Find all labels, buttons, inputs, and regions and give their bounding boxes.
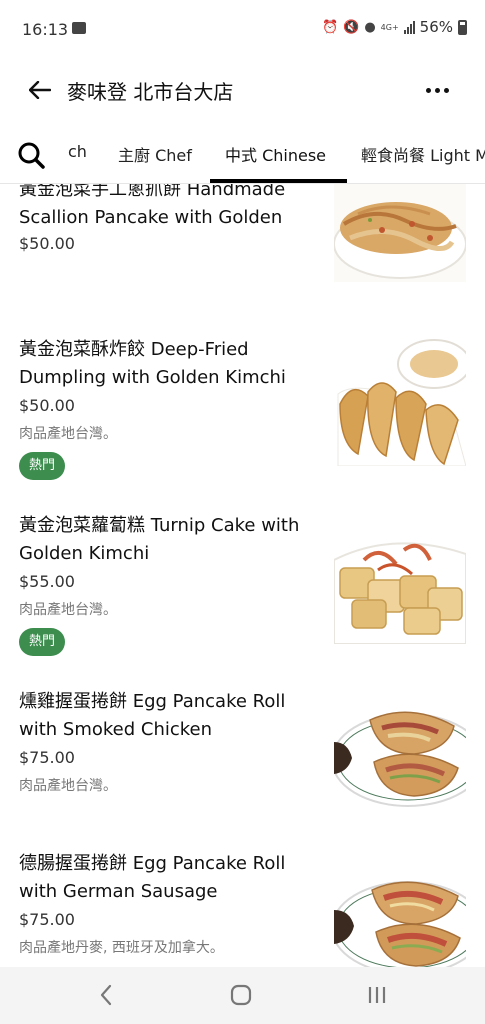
menu-item[interactable]: 黃金泡菜蘿蔔糕 Turnip Cake with Golden Kimchi $…	[0, 512, 485, 682]
recents-icon	[368, 987, 386, 1003]
back-button[interactable]	[24, 74, 56, 106]
item-photo	[334, 520, 466, 644]
battery-level: 56%	[419, 18, 453, 36]
smoked-chicken-roll-photo	[334, 702, 466, 814]
item-name: 黃金泡菜蘿蔔糕 Turnip Cake with Golden Kimchi	[19, 515, 300, 564]
search-icon	[18, 142, 45, 169]
category-tabs: ch 主廚 Chef 中式 Chinese 輕食尚餐 Light M	[0, 128, 485, 184]
status-bar: 16:13 ⏰ 🔇 ● 4G+ 56%	[0, 0, 485, 60]
back-arrow-icon	[29, 81, 51, 99]
more-options-button[interactable]	[421, 76, 453, 104]
active-tab-indicator	[210, 179, 347, 183]
fried-dumpling-photo	[334, 334, 466, 466]
tab-lunch[interactable]: ch	[68, 142, 87, 161]
popular-badge: 熱門	[19, 452, 66, 480]
location-icon: ●	[364, 19, 376, 35]
scallion-pancake-photo	[334, 184, 466, 282]
tab-light-meal[interactable]: 輕食尚餐 Light M	[361, 142, 485, 166]
system-home-button[interactable]	[221, 979, 261, 1011]
german-sausage-roll-photo	[334, 868, 466, 967]
system-nav-bar	[0, 967, 485, 1024]
system-recents-button[interactable]	[357, 979, 397, 1011]
more-dot-icon	[425, 87, 431, 93]
item-description: 肉品產地丹麥, 西班牙及加拿大。	[19, 940, 224, 956]
popular-badge: 熱門	[19, 628, 66, 656]
image-notification-icon	[72, 22, 86, 34]
more-dot-icon	[434, 87, 440, 93]
item-price: $55.00	[19, 572, 75, 591]
status-icons: ⏰ 🔇 ● 4G+ 56%	[322, 18, 467, 36]
item-photo	[334, 702, 466, 814]
search-button[interactable]	[0, 128, 62, 182]
item-photo	[334, 334, 466, 466]
tab-chef[interactable]: 主廚 Chef	[118, 142, 192, 166]
store-title: 麥味登 北市台大店	[67, 80, 234, 104]
menu-item[interactable]: 德腸握蛋捲餅 Egg Pancake Roll with German Saus…	[0, 848, 485, 967]
item-description: 肉品產地台灣。	[19, 426, 117, 442]
menu-item[interactable]: 黃金泡菜手工蔥抓餅 Handmade Scallion Pancake with…	[0, 184, 485, 310]
item-photo	[334, 184, 466, 282]
chevron-left-icon	[100, 984, 112, 1006]
turnip-cake-photo	[334, 520, 466, 644]
item-description: 肉品產地台灣。	[19, 602, 117, 618]
item-price: $50.00	[19, 396, 75, 415]
item-name: 黃金泡菜酥炸餃 Deep-Fried Dumpling with Golden …	[19, 339, 286, 388]
menu-item-list[interactable]: 黃金泡菜手工蔥抓餅 Handmade Scallion Pancake with…	[0, 184, 485, 967]
store-header: 麥味登 北市台大店	[0, 60, 485, 120]
battery-icon	[458, 19, 467, 35]
item-name: 德腸握蛋捲餅 Egg Pancake Roll with German Saus…	[19, 853, 286, 902]
system-back-button[interactable]	[86, 979, 126, 1011]
status-time: 16:13	[22, 20, 69, 39]
item-price: $75.00	[19, 748, 75, 767]
menu-item[interactable]: 燻雞握蛋捲餅 Egg Pancake Roll with Smoked Chic…	[0, 688, 485, 848]
alarm-icon: ⏰	[321, 19, 339, 35]
more-dot-icon	[443, 87, 449, 93]
item-price: $50.00	[19, 234, 75, 253]
item-price: $75.00	[19, 910, 75, 929]
mute-icon: 🔇	[343, 19, 360, 35]
item-name: 燻雞握蛋捲餅 Egg Pancake Roll with Smoked Chic…	[19, 691, 286, 740]
signal-icon	[403, 20, 415, 34]
item-name: 黃金泡菜手工蔥抓餅 Handmade Scallion Pancake with…	[19, 184, 286, 228]
item-description: 肉品產地台灣。	[19, 778, 117, 794]
home-icon	[230, 984, 252, 1006]
network-type: 4G+	[380, 22, 399, 32]
tab-chinese[interactable]: 中式 Chinese	[225, 142, 326, 166]
item-photo	[334, 868, 466, 967]
menu-item[interactable]: 黃金泡菜酥炸餃 Deep-Fried Dumpling with Golden …	[0, 334, 485, 506]
